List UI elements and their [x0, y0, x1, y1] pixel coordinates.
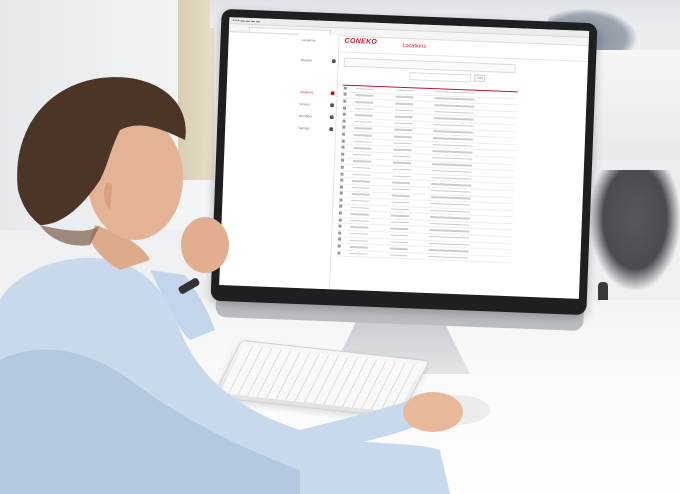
- sidebar-icon: [329, 127, 334, 132]
- web-app: Locations Reports Locations Groups Membe…: [219, 31, 589, 299]
- filter-input[interactable]: [409, 72, 472, 83]
- add-button[interactable]: Add: [474, 74, 486, 83]
- sidebar-item[interactable]: Settings: [298, 126, 310, 130]
- sidebar-icon: [330, 103, 335, 108]
- background-desk: [586, 50, 680, 160]
- table-cell: [387, 251, 428, 260]
- sidebar-item[interactable]: Members: [299, 114, 312, 119]
- neck: [90, 225, 150, 270]
- watch: [178, 278, 200, 294]
- sidebar-icon: [330, 91, 335, 96]
- monitor-screen: ●●● ▬ ▬ ▬ ▬ Locations Reports Locations …: [219, 17, 590, 299]
- sidebar-item[interactable]: Locations: [302, 38, 316, 43]
- office-chair: [590, 170, 680, 290]
- mouse-shadow: [420, 395, 490, 425]
- main-content: CONEKO Locations Add: [331, 35, 589, 298]
- brand-logo: CONEKO: [344, 37, 378, 46]
- locations-table: [336, 79, 518, 264]
- sidebar-icon: [331, 59, 336, 64]
- monitor: ●●● ▬ ▬ ▬ ▬ Locations Reports Locations …: [210, 8, 598, 316]
- page-title: Locations: [402, 42, 427, 50]
- sidebar-item[interactable]: Reports: [301, 58, 312, 62]
- photo-scene: ●●● ▬ ▬ ▬ ▬ Locations Reports Locations …: [0, 0, 680, 494]
- table-cell: [348, 250, 389, 259]
- table-cell: [336, 249, 349, 257]
- sidebar-item-active[interactable]: Locations: [300, 90, 314, 95]
- sidebar-icon: [329, 115, 334, 120]
- sidebar-item[interactable]: Groups: [299, 102, 310, 106]
- background-door: [178, 0, 214, 180]
- search-input[interactable]: [343, 57, 516, 74]
